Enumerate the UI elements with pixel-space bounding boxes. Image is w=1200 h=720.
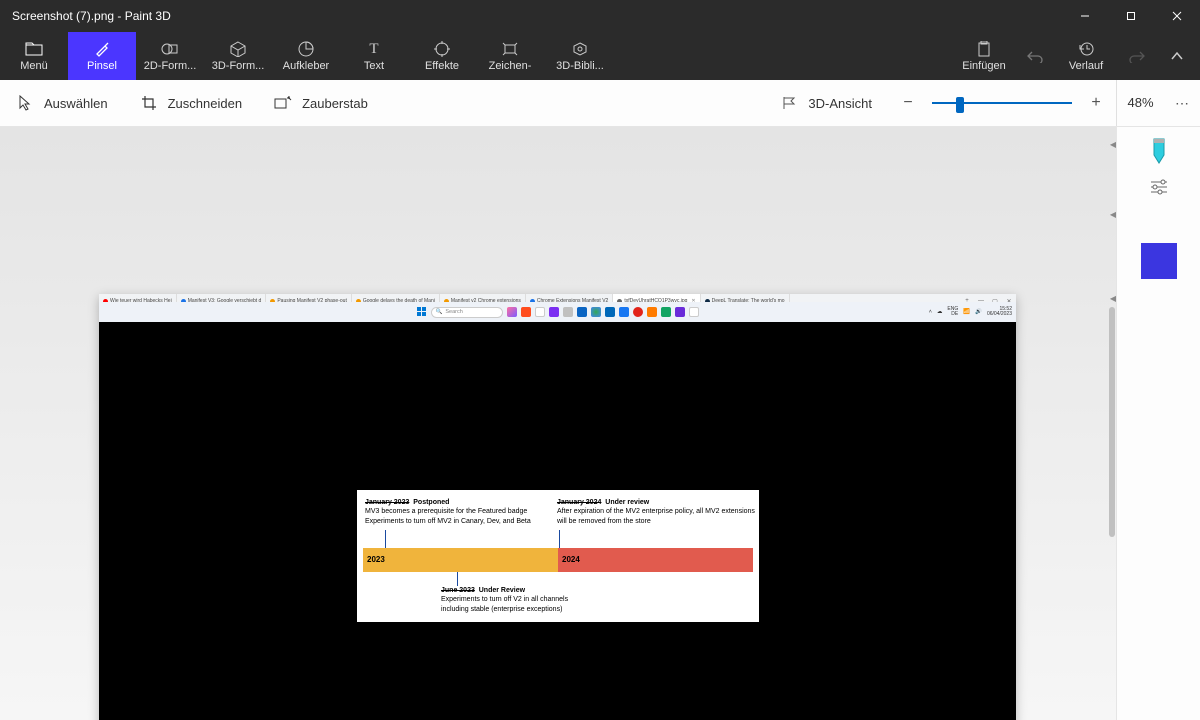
shapes2d-icon — [161, 40, 179, 58]
app-icon — [619, 307, 629, 317]
tool-stickers[interactable]: Aufkleber — [272, 32, 340, 80]
select-tool[interactable]: Auswählen — [0, 80, 124, 126]
zoom-out-button[interactable]: − — [898, 93, 918, 113]
volume-icon: 🔊 — [975, 309, 982, 315]
tool-text[interactable]: T Text — [340, 32, 408, 80]
paste-button[interactable]: Einfügen — [950, 40, 1018, 72]
brush-icon — [94, 40, 110, 58]
crop-icon — [140, 95, 158, 111]
embedded-browser: Wie teuer wird Habecks HeiManifest V3: G… — [99, 294, 1016, 322]
edge-icon — [605, 307, 615, 317]
copilot-icon — [507, 307, 517, 317]
chevron-up-icon — [1170, 51, 1184, 61]
cursor-icon — [16, 95, 34, 111]
onedrive-icon: ☁ — [937, 309, 943, 315]
effects-icon — [434, 40, 450, 58]
taskbar-search: 🔍Search — [431, 307, 503, 318]
firefox-icon — [647, 307, 657, 317]
canvas-stage[interactable]: Wie teuer wird Habecks HeiManifest V3: G… — [0, 127, 1116, 720]
flyout-tab[interactable]: ◀ — [1109, 289, 1117, 307]
marker-tool-icon[interactable] — [1150, 137, 1168, 165]
start-icon — [417, 307, 427, 317]
app-icon — [689, 307, 699, 317]
timeline-image: January 2023 Postponed MV3 becomes a pre… — [357, 490, 759, 622]
zoom-slider[interactable] — [932, 93, 1072, 113]
browser-viewport: January 2023 Postponed MV3 becomes a pre… — [99, 322, 1016, 720]
history-button[interactable]: Verlauf — [1052, 40, 1120, 72]
app-icon — [563, 307, 573, 317]
tool-canvas[interactable]: Zeichen- — [476, 32, 544, 80]
tool-brush[interactable]: Pinsel — [68, 32, 136, 80]
canvas-icon — [502, 40, 518, 58]
scrollbar-thumb[interactable] — [1109, 307, 1115, 537]
shapes3d-icon — [230, 40, 246, 58]
search-icon: 🔍 — [436, 309, 443, 315]
app-icon — [661, 307, 671, 317]
menu-button[interactable]: Menü — [0, 32, 68, 80]
crop-tool[interactable]: Zuschneiden — [124, 80, 258, 126]
ribbon: Menü Pinsel 2D-Form... 3D-Form... Aufkle… — [0, 32, 1200, 80]
right-sidebar: ◀ ◀ ◀ — [1116, 127, 1200, 720]
tool-effects[interactable]: Effekte — [408, 32, 476, 80]
color-swatch[interactable] — [1141, 243, 1177, 279]
flyout-tab[interactable]: ◀ — [1109, 205, 1117, 223]
tray-chevron-icon: ˄ — [929, 309, 932, 315]
zoom-in-button[interactable]: + — [1086, 93, 1106, 113]
folder-icon — [25, 40, 43, 58]
tool-3d-shapes[interactable]: 3D-Form... — [204, 32, 272, 80]
maximize-button[interactable] — [1108, 0, 1154, 32]
selection-toolbar: Auswählen Zuschneiden Zauberstab 3D-Ansi… — [0, 80, 1200, 127]
brave-icon — [521, 307, 531, 317]
clock: 15:5206/04/2023 — [987, 307, 1012, 317]
redo-icon — [1129, 47, 1145, 65]
jan23-heading: January 2023 — [365, 499, 409, 506]
windows-taskbar: 🔍Search ˄ — [99, 302, 1016, 322]
menu-label: Menü — [20, 60, 48, 72]
library-icon — [572, 40, 588, 58]
timeline-bar: 2023 2024 — [363, 548, 753, 572]
view-3d-toggle[interactable]: 3D-Ansicht — [764, 80, 888, 126]
flyout-tab[interactable]: ◀ — [1109, 135, 1117, 153]
jan24-heading: January 2024 — [557, 499, 601, 506]
app-icon — [577, 307, 587, 317]
brush-settings-button[interactable] — [1149, 179, 1169, 195]
explorer-icon — [535, 307, 545, 317]
text-icon: T — [369, 40, 378, 58]
wifi-icon: 📶 — [963, 309, 970, 315]
magic-wand-icon — [274, 96, 292, 110]
tool-2d-shapes[interactable]: 2D-Form... — [136, 32, 204, 80]
zoom-value[interactable]: 48% — [1116, 80, 1164, 126]
undo-button[interactable] — [1018, 47, 1052, 65]
jun23-heading: June 2023 — [441, 587, 475, 594]
redo-button[interactable] — [1120, 47, 1154, 65]
clipboard-icon — [977, 40, 991, 58]
collapse-ribbon-button[interactable] — [1154, 51, 1200, 61]
magic-select-tool[interactable]: Zauberstab — [258, 80, 384, 126]
zoom-controls: − + — [888, 93, 1116, 113]
close-button[interactable] — [1154, 0, 1200, 32]
opera-icon — [633, 307, 643, 317]
zoom-thumb[interactable] — [956, 97, 964, 113]
app-icon — [675, 307, 685, 317]
minimize-button[interactable] — [1062, 0, 1108, 32]
undo-icon — [1027, 47, 1043, 65]
flag-icon — [780, 95, 798, 111]
canvas-image[interactable]: Wie teuer wird Habecks HeiManifest V3: G… — [99, 294, 1016, 720]
bar-2024: 2024 — [558, 548, 753, 572]
app-icon — [549, 307, 559, 317]
chrome-icon — [591, 307, 601, 317]
bar-2023: 2023 — [363, 548, 558, 572]
sticker-icon — [298, 40, 314, 58]
window-title: Screenshot (7).png - Paint 3D — [0, 9, 1062, 23]
title-bar: Screenshot (7).png - Paint 3D — [0, 0, 1200, 32]
history-icon — [1078, 40, 1094, 58]
tool-3d-library[interactable]: 3D-Bibli... — [544, 32, 616, 80]
more-options-button[interactable]: ⋯ — [1164, 95, 1200, 112]
